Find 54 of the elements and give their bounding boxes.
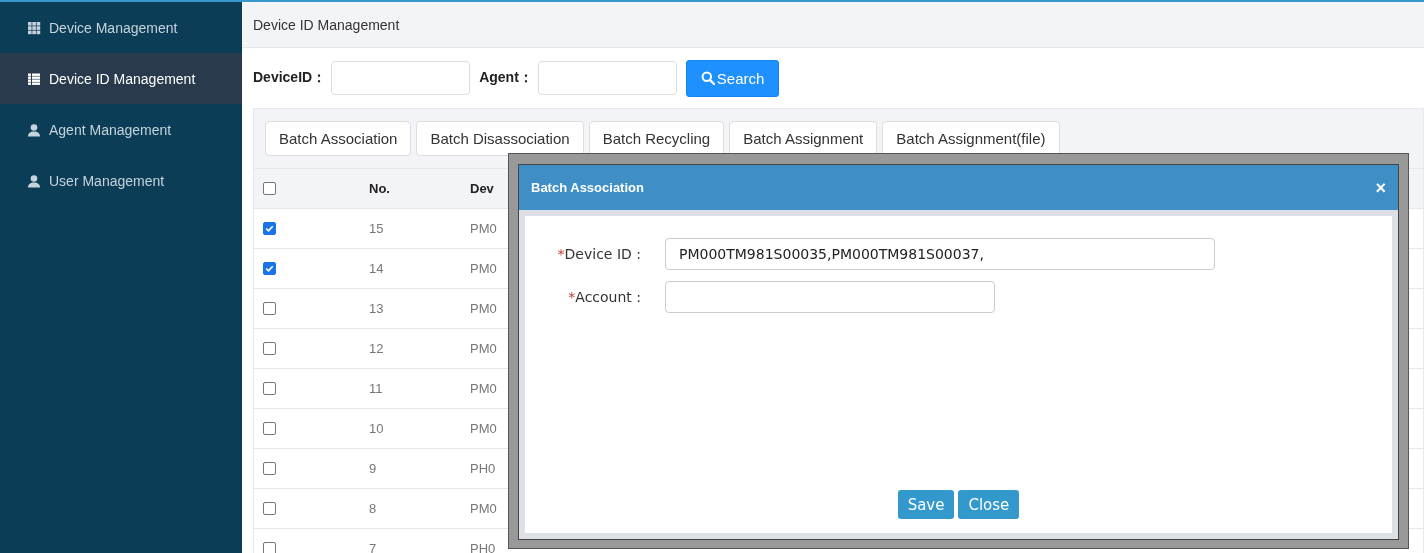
toolbar-button[interactable]: Batch Association [265, 121, 412, 156]
row-checkbox[interactable] [263, 222, 276, 235]
row-checkbox[interactable] [263, 422, 276, 435]
row-checkbox[interactable] [263, 502, 276, 515]
grid-icon [27, 20, 41, 35]
table-cell: 12 [369, 341, 384, 356]
input-field[interactable] [665, 281, 995, 313]
search-field[interactable] [537, 61, 677, 95]
table-cell: 7 [369, 541, 377, 553]
row-checkbox[interactable] [263, 342, 276, 355]
list-icon [27, 71, 41, 86]
table-cell: PM0 [470, 421, 497, 436]
search-icon [700, 71, 715, 85]
search-field[interactable] [331, 61, 471, 95]
select-all-checkbox[interactable] [263, 182, 276, 195]
table-cell: 8 [369, 501, 377, 516]
toolbar-button[interactable]: Batch Disassociation [416, 121, 584, 156]
column-header: No. [369, 181, 390, 196]
row-checkbox[interactable] [263, 462, 276, 475]
row-checkbox[interactable] [263, 302, 276, 315]
table-cell: PM0 [470, 221, 497, 236]
table-cell: PH0 [470, 541, 496, 553]
table-cell: PM0 [470, 381, 497, 396]
field-label: Device ID : [564, 246, 642, 262]
field-label: DeviceID： [253, 69, 327, 87]
table-cell: PH0 [470, 461, 496, 476]
sidebar-item[interactable]: Agent Management [0, 104, 242, 155]
row-checkbox[interactable] [263, 542, 276, 553]
input-field[interactable]: PM000TM981S00035,PM000TM981S00037, [665, 238, 1215, 270]
table-cell: 15 [369, 221, 384, 236]
required-mark: * [557, 246, 565, 262]
field-label: Agent： [479, 69, 533, 87]
row-checkbox[interactable] [263, 382, 276, 395]
column-header: Dev [470, 181, 494, 196]
sidebar-item[interactable]: Device ID Management [0, 53, 242, 104]
required-mark: * [568, 289, 576, 305]
field-label: Account : [575, 289, 642, 305]
row-checkbox[interactable] [263, 262, 276, 275]
user-icon [27, 122, 41, 137]
user-icon [27, 173, 41, 188]
table-cell: 9 [369, 461, 377, 476]
table-cell: PM0 [470, 501, 497, 516]
close-button[interactable]: × [1375, 178, 1386, 197]
table-cell: 11 [369, 381, 383, 396]
table-cell: PM0 [470, 261, 497, 276]
sidebar-item[interactable]: Device Management [0, 2, 242, 53]
table-cell: PM0 [470, 341, 497, 356]
page-title: Device ID Management [242, 2, 1424, 48]
table-cell: 14 [369, 261, 384, 276]
table-cell: PM0 [470, 301, 497, 316]
table-cell: 10 [369, 421, 384, 436]
table-cell: 13 [369, 301, 384, 316]
sidebar-item[interactable]: User Management [0, 155, 242, 206]
dialog-title: Batch Association [531, 180, 644, 195]
